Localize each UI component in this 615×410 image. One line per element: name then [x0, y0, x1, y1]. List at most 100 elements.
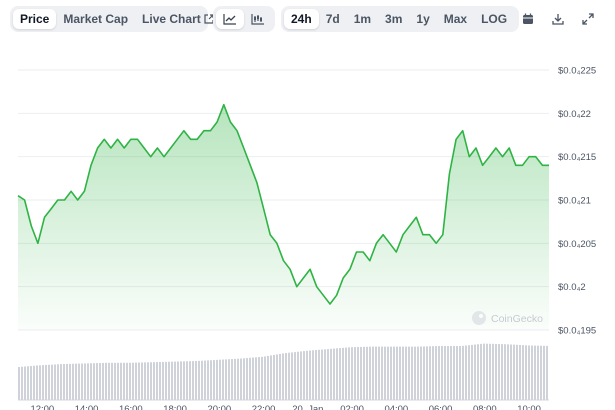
volume-bar [144, 362, 146, 400]
volume-bar [159, 361, 161, 400]
volume-bar [507, 344, 509, 400]
y-tick-label: $0.0₄2 [558, 282, 586, 293]
x-tick-label: 06:00 [429, 404, 453, 410]
volume-bar [102, 362, 104, 400]
y-tick-label: $0.0₄195 [558, 326, 596, 337]
x-tick-label: 10:00 [517, 404, 541, 410]
volume-bar [375, 346, 377, 400]
volume-bar [324, 349, 326, 400]
volume-bar [66, 363, 68, 400]
volume-bar [360, 346, 362, 400]
volume-bar [138, 362, 140, 400]
volume-bar [156, 362, 158, 400]
volume-bar [399, 346, 401, 400]
volume-bar [285, 353, 287, 400]
volume-bar [24, 366, 26, 400]
volume-bar [384, 346, 386, 400]
x-tick-label: 16:00 [119, 404, 143, 410]
volume-bar [216, 359, 218, 400]
volume-bar [240, 358, 242, 400]
volume-bar [18, 367, 20, 400]
volume-bar [354, 347, 356, 400]
coingecko-logo-icon [472, 311, 486, 325]
volume-bar [189, 361, 191, 400]
volume-bar [36, 365, 38, 400]
volume-bar [27, 366, 29, 400]
volume-bar [93, 363, 95, 400]
volume-bar [72, 363, 74, 400]
volume-bar [429, 346, 431, 400]
x-tick-label: 08:00 [473, 404, 497, 410]
volume-bar [183, 361, 185, 400]
volume-bar [258, 357, 260, 400]
volume-bar [207, 360, 209, 400]
volume-bar [267, 355, 269, 400]
volume-bar [210, 360, 212, 400]
volume-bar [153, 362, 155, 400]
volume-bar [192, 361, 194, 400]
volume-bar [543, 345, 545, 400]
volume-bar [33, 365, 35, 400]
volume-bar [333, 348, 335, 400]
volume-bar [180, 361, 182, 400]
price-chart[interactable]: $0.0₄225 $0.0₄22 $0.0₄215 $0.0₄21 $0.0₄205 $0… [0, 0, 615, 410]
volume-bar [174, 361, 176, 400]
volume-bar [306, 350, 308, 400]
volume-bar [291, 352, 293, 400]
volume-bar [468, 345, 470, 400]
volume-bar [120, 362, 122, 400]
volume-bar [408, 346, 410, 400]
volume-bar [381, 346, 383, 400]
volume-bar [54, 364, 56, 400]
volume-bar [225, 359, 227, 400]
volume-bar [63, 363, 65, 400]
volume-bar [297, 351, 299, 400]
volume-bar [57, 364, 59, 400]
volume-bar [318, 349, 320, 400]
volume-bar [111, 362, 113, 400]
volume-bar [135, 362, 137, 400]
volume-bar [288, 352, 290, 400]
volume-bar [252, 357, 254, 400]
volume-bar [213, 360, 215, 400]
volume-bar [405, 346, 407, 400]
volume-bar [87, 363, 89, 400]
volume-bar [516, 344, 518, 400]
volume-bar [30, 366, 32, 400]
volume-bar [411, 346, 413, 400]
volume-bar [441, 346, 443, 400]
volume-bar [96, 363, 98, 400]
coingecko-watermark: CoinGecko [472, 311, 543, 325]
volume-bar [453, 346, 455, 400]
volume-bar [321, 349, 323, 400]
x-tick-label: 20:00 [207, 404, 231, 410]
volume-bar [402, 346, 404, 400]
volume-bar [237, 358, 239, 400]
volume-bar [522, 345, 524, 400]
volume-bar [168, 361, 170, 400]
watermark-text: CoinGecko [491, 313, 543, 325]
volume-bar [282, 353, 284, 400]
volume-bar [84, 363, 86, 400]
volume-bar [219, 359, 221, 400]
volume-bar [345, 347, 347, 400]
volume-bar [513, 344, 515, 400]
volume-bar [204, 360, 206, 400]
volume-bar [435, 346, 437, 400]
volume-bar [471, 344, 473, 400]
volume-bar [300, 351, 302, 400]
volume-bar [519, 344, 521, 400]
volume-bar [129, 362, 131, 400]
volume-bar [60, 364, 62, 400]
volume-bar [426, 346, 428, 400]
x-tick-label: 22:00 [252, 404, 276, 410]
volume-bar [540, 345, 542, 400]
volume-bar [363, 346, 365, 400]
volume-bar [99, 363, 101, 400]
volume-bar [165, 361, 167, 400]
volume-bar [390, 346, 392, 400]
volume-bar [486, 343, 488, 400]
volume-bar [42, 365, 44, 400]
volume-bar [510, 344, 512, 400]
volume-bar [336, 348, 338, 400]
